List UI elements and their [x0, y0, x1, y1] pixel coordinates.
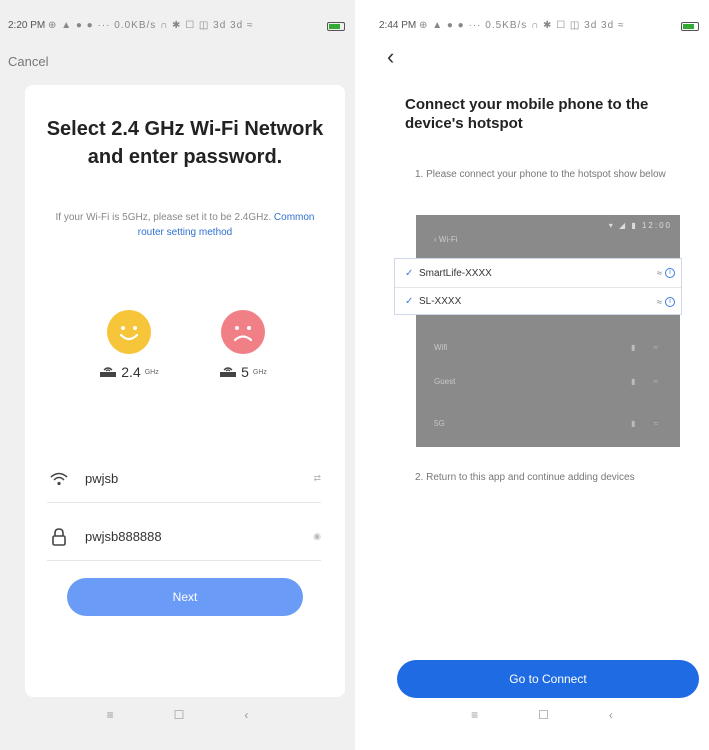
back-nav-icon[interactable]: ‹ — [609, 708, 613, 728]
go-to-connect-button[interactable]: Go to Connect — [397, 660, 699, 698]
band-hint: If your Wi-Fi is 5GHz, please set it to … — [45, 210, 325, 240]
check-icon: ✓ — [405, 267, 414, 279]
step-2-text: 2. Return to this app and continue addin… — [415, 472, 635, 483]
battery-icon — [681, 22, 699, 31]
band-5-unit: GHz — [252, 368, 267, 376]
wifi-icon — [47, 472, 71, 486]
mock-network-name: Wifi — [434, 342, 448, 352]
mock-network-row: 5G ▮ ≈ — [434, 418, 666, 428]
hotspot-ssid: SmartLife-XXXX — [419, 267, 492, 279]
next-button[interactable]: Next — [67, 578, 303, 616]
menu-nav-icon[interactable]: ≡ — [107, 708, 114, 728]
status-bar: 2:20 PM ⊕ ▲ ● ● ··· 0.0KB/s ∩ ✱ ☐ ◫ 3d 3… — [0, 20, 355, 36]
info-icon: i — [665, 268, 675, 278]
band-5ghz: 5 GHz — [203, 310, 283, 380]
system-navbar: ≡ ☐ ‹ — [0, 708, 355, 728]
status-icons: ⊕ ▲ ● ● ··· 0.5KB/s ∩ ✱ ☐ ◫ 3d 3d ≈ — [419, 20, 625, 31]
page-title: Connect your mobile phone to the device'… — [405, 96, 649, 132]
status-time: 2:20 PM — [8, 20, 46, 31]
wifi-select-screen: 2:20 PM ⊕ ▲ ● ● ··· 0.0KB/s ∩ ✱ ☐ ◫ 3d 3… — [0, 0, 355, 750]
info-icon: i — [665, 296, 675, 307]
password-field[interactable]: pwjsb888888 ◉ — [47, 513, 321, 561]
band-24ghz: 2.4 GHz — [89, 310, 169, 380]
hotspot-connect-screen: 2:44 PM ⊕ ▲ ● ● ··· 0.5KB/s ∩ ✱ ☐ ◫ 3d 3… — [375, 0, 709, 750]
mock-network-name: 5G — [434, 418, 445, 428]
wifi-ssid-value[interactable]: pwjsb — [85, 471, 301, 486]
cancel-button[interactable]: Cancel — [8, 54, 48, 69]
wifi-card: Select 2.4 GHz Wi-Fi Network and enter p… — [25, 85, 345, 697]
router-icon — [220, 367, 237, 377]
battery-icon — [327, 22, 345, 31]
router-icon — [100, 367, 117, 377]
band-5-label: 5 — [241, 364, 249, 380]
password-value[interactable]: pwjsb888888 — [85, 529, 301, 544]
back-nav-icon[interactable]: ‹ — [244, 708, 248, 728]
switch-network-icon[interactable]: ⇄ — [301, 473, 321, 484]
happy-face-icon — [107, 310, 151, 354]
check-icon: ✓ — [405, 296, 414, 307]
hotspot-list: ✓ SmartLife-XXXX ≈ i ✓ SL-XXXX ≈ i — [394, 258, 682, 315]
mock-wifi-header: ‹ Wi-Fi — [434, 235, 458, 244]
status-bar: 2:44 PM ⊕ ▲ ● ● ··· 0.5KB/s ∩ ✱ ☐ ◫ 3d 3… — [375, 20, 709, 36]
page-title: Select 2.4 GHz Wi-Fi Network and enter p… — [46, 118, 324, 168]
sad-face-icon — [221, 310, 265, 354]
back-chevron-icon[interactable]: ‹ — [387, 44, 394, 70]
home-nav-icon[interactable]: ☐ — [538, 708, 549, 728]
band-hint-text: If your Wi-Fi is 5GHz, please set it to … — [55, 212, 272, 223]
status-time: 2:44 PM — [379, 20, 417, 31]
step-1-text: 1. Please connect your phone to the hots… — [415, 169, 666, 180]
status-icons: ⊕ ▲ ● ● ··· 0.0KB/s ∩ ✱ ☐ ◫ 3d 3d ≈ — [48, 20, 254, 31]
show-password-icon[interactable]: ◉ — [301, 531, 321, 542]
wifi-network-field[interactable]: pwjsb ⇄ — [47, 455, 321, 503]
mock-status-bar: ▾ ◢ ▮ 12:00 — [608, 221, 672, 230]
band-24-label: 2.4 — [121, 364, 141, 380]
system-navbar: ≡ ☐ ‹ — [375, 708, 709, 728]
mock-network-row: Wifi ▮ ≈ — [434, 342, 666, 352]
band-24-unit: GHz — [144, 368, 159, 376]
wifi-signal-icon: ≈ — [657, 268, 662, 278]
wifi-signal-icon: ≈ — [657, 296, 662, 307]
menu-nav-icon[interactable]: ≡ — [471, 708, 478, 728]
hotspot-illustration: ▾ ◢ ▮ 12:00 ‹ Wi-Fi Wifi ▮ ≈ Guest ▮ ≈ 5G ▮… — [416, 215, 680, 447]
hotspot-ssid: SL-XXXX — [419, 296, 462, 307]
lock-icon — [47, 527, 71, 546]
list-item: ✓ SmartLife-XXXX ≈ i — [395, 259, 681, 287]
mock-network-name: Guest — [434, 376, 456, 386]
list-item: ✓ SL-XXXX ≈ i — [395, 287, 681, 315]
home-nav-icon[interactable]: ☐ — [174, 708, 185, 728]
mock-network-row: Guest ▮ ≈ — [434, 376, 666, 386]
